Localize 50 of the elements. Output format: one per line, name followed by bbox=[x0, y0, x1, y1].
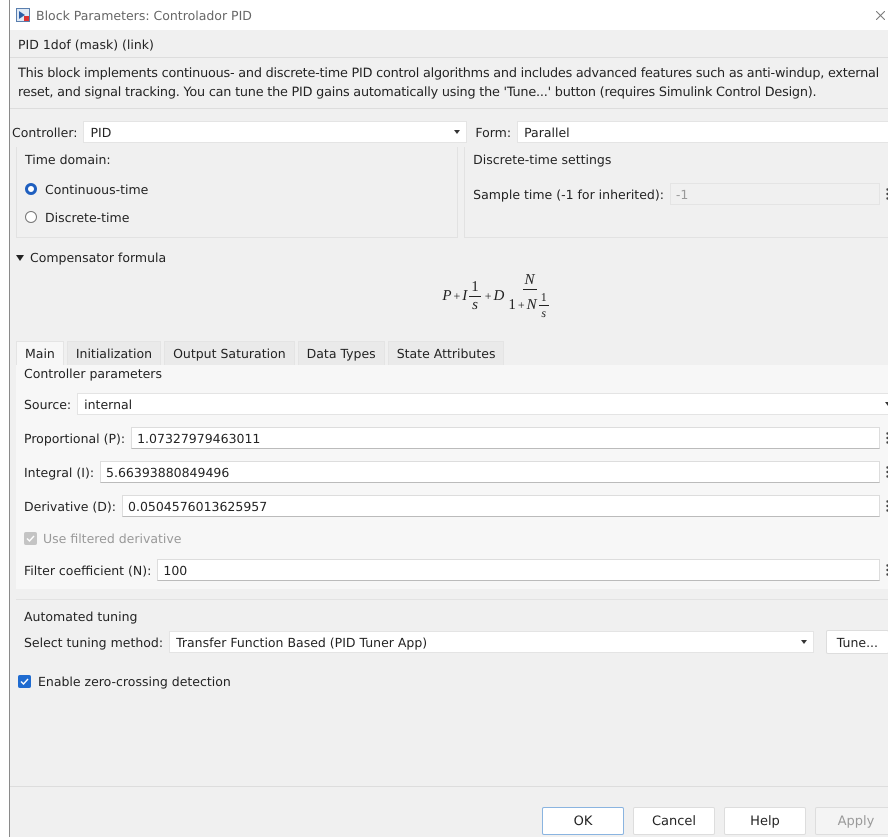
radio-button[interactable] bbox=[25, 211, 37, 223]
caret-icon bbox=[800, 640, 807, 644]
input-field[interactable]: 5.66393880849496 bbox=[100, 461, 880, 483]
tab[interactable]: Main bbox=[16, 341, 64, 365]
radio-option[interactable]: Discrete-time bbox=[25, 203, 450, 231]
group-title: Controller parameters bbox=[23, 365, 163, 383]
field-label: Sample time (-1 for inherited): bbox=[473, 186, 664, 202]
group-title: Discrete-time settings bbox=[473, 151, 612, 169]
section-toggle[interactable]: Compensator formula bbox=[30, 250, 166, 265]
input-field[interactable]: 100 bbox=[157, 559, 880, 581]
block-description: This block implements continuous- and discrete-time PID control algorithms and includes advanced features such as anti-windup, external reset, and signal tracking. You can tune the PID gains automatically using the 'Tune...' button (requires Simulink Control Design). bbox=[10, 57, 888, 109]
field-label: Proportional (P): bbox=[24, 430, 126, 446]
block-icon bbox=[16, 8, 30, 22]
radio-option[interactable]: Continuous-time bbox=[25, 175, 450, 203]
field-label: Select tuning method: bbox=[24, 634, 164, 650]
tab[interactable]: State Attributes bbox=[388, 341, 504, 365]
mask-title: PID 1dof (mask) (link) bbox=[17, 36, 155, 54]
input-field[interactable]: 1.07327979463011 bbox=[131, 427, 880, 449]
field-label: Filter coefficient (N): bbox=[24, 562, 152, 578]
caret-icon bbox=[454, 130, 460, 134]
controller-dropdown[interactable]: PID bbox=[83, 121, 468, 143]
tuning-method-dropdown[interactable]: Transfer Function Based (PID Tuner App) bbox=[169, 631, 814, 653]
dialog-button[interactable]: Cancel bbox=[633, 807, 715, 835]
field-label: Derivative (D): bbox=[24, 498, 116, 514]
field-label: Source: bbox=[24, 396, 72, 412]
field-label: Form: bbox=[475, 124, 512, 140]
form-dropdown[interactable]: Parallel bbox=[517, 121, 888, 143]
field-label: Integral (I): bbox=[24, 464, 94, 480]
window-title: Block Parameters: Controlador PID bbox=[36, 8, 253, 22]
sample-time-field: -1 bbox=[670, 183, 880, 205]
input-field[interactable]: 0.0504576013625957 bbox=[122, 495, 880, 517]
tab[interactable]: Output Saturation bbox=[164, 341, 295, 365]
checkbox-label: Enable zero-crossing detection bbox=[38, 674, 231, 689]
group-title: Automated tuning bbox=[24, 608, 138, 626]
dialog-button: Apply bbox=[815, 807, 888, 835]
field-label: Controller: bbox=[12, 124, 78, 140]
check-icon bbox=[20, 678, 29, 685]
checkbox[interactable] bbox=[18, 675, 31, 688]
tune-button[interactable]: Tune... bbox=[826, 630, 888, 654]
check-icon bbox=[26, 534, 35, 542]
checkbox-label: Use filtered derivative bbox=[43, 530, 182, 546]
tab[interactable]: Initialization bbox=[66, 341, 162, 365]
source-dropdown[interactable]: internal bbox=[77, 393, 888, 415]
close-icon[interactable] bbox=[876, 10, 885, 20]
tab[interactable]: Data Types bbox=[298, 341, 385, 365]
expand-icon[interactable] bbox=[16, 254, 24, 260]
dialog-button[interactable]: Help bbox=[724, 807, 806, 835]
dialog-button[interactable]: OK bbox=[542, 807, 624, 835]
group-title: Time domain: bbox=[25, 151, 112, 169]
radio-button[interactable] bbox=[25, 183, 37, 195]
